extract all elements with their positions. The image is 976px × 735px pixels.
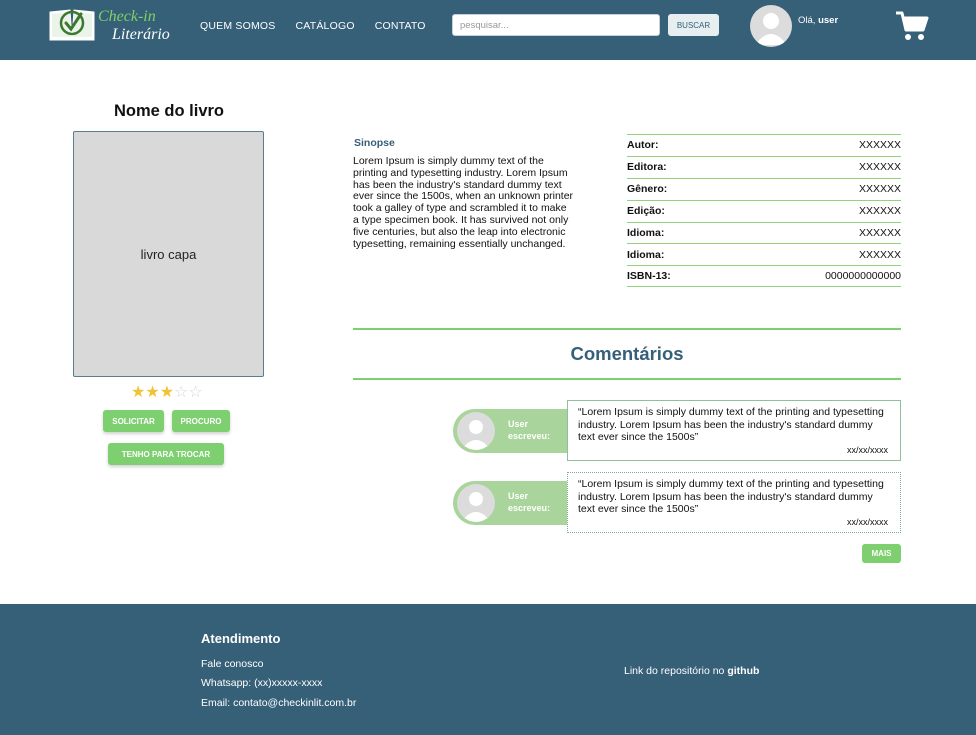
detail-value: XXXXXX — [858, 248, 901, 261]
comment-user-label: User escreveu: — [508, 419, 551, 441]
comment-box: “Lorem Ipsum is simply dummy text of the… — [567, 472, 901, 533]
comment-date: xx/xx/xxxx — [846, 517, 888, 527]
detail-row: Gênero: XXXXXX — [627, 177, 901, 200]
nav-contato[interactable]: CONTATO — [375, 20, 426, 32]
logo-text-line2: Literário — [112, 26, 170, 43]
book-details-table: Autor: XXXXXX Editora: XXXXXX Gênero: XXXXXX E… — [627, 134, 901, 288]
comment-user-label: User escreveu: — [508, 491, 551, 513]
detail-label: Gênero: — [627, 183, 668, 196]
footer-email: Email: contato@checkinlit.com.br — [201, 697, 357, 709]
detail-row: Edição: XXXXXX — [627, 199, 901, 222]
main-nav: QUEM SOMOS CATÁLOGO CONTATO — [200, 20, 426, 32]
tenho-para-trocar-button[interactable]: TENHO PARA TROCAR — [108, 443, 224, 465]
book-check-icon — [49, 9, 95, 41]
detail-label: Idioma: — [627, 227, 665, 239]
detail-value: 0000000000000 — [825, 270, 901, 283]
logo-text-line1: Check-in — [98, 8, 156, 25]
detail-row: Idioma: XXXXXX — [627, 221, 901, 244]
search-input[interactable] — [452, 14, 660, 36]
detail-row: ISBN-13: 0000000000000 — [627, 265, 901, 288]
nav-catalogo[interactable]: CATÁLOGO — [296, 20, 355, 32]
shopping-cart-icon[interactable] — [895, 10, 929, 42]
star-filled-icon[interactable]: ★ — [160, 384, 174, 402]
comment-text: “Lorem Ipsum is simply dummy text of the… — [578, 406, 884, 443]
star-empty-icon[interactable]: ☆ — [174, 384, 188, 402]
footer-title: Atendimento — [201, 631, 281, 646]
detail-label: Idioma: — [627, 248, 665, 261]
book-title: Nome do livro — [113, 102, 224, 120]
detail-value: XXXXXX — [858, 183, 901, 196]
footer-fale-conosco[interactable]: Fale conosco — [201, 658, 263, 670]
footer-whatsapp: Whatsapp: (xx)xxxxx-xxxx — [201, 677, 323, 689]
user-avatar-icon — [457, 412, 495, 450]
comment-box: “Lorem Ipsum is simply dummy text of the… — [567, 400, 901, 461]
comments-title: Comentários — [570, 343, 684, 364]
star-filled-icon[interactable]: ★ — [145, 384, 159, 402]
detail-label: Autor: — [627, 139, 659, 152]
comment-user-badge[interactable]: User escreveu: — [453, 409, 571, 453]
star-empty-icon[interactable]: ☆ — [188, 384, 202, 402]
book-cover: livro capa — [73, 131, 264, 377]
rating-stars[interactable]: ★ ★ ★ ☆ ☆ — [131, 384, 203, 402]
user-greeting: Olá, user — [798, 15, 838, 26]
detail-value: XXXXXX — [858, 205, 901, 218]
comments-divider-top — [353, 328, 901, 330]
detail-label: ISBN-13: — [627, 270, 671, 283]
user-avatar[interactable] — [750, 5, 792, 47]
search-button[interactable]: BUSCAR — [668, 14, 719, 36]
greeting-username: user — [818, 15, 839, 26]
user-avatar-icon — [755, 13, 787, 45]
sinopse-label: Sinopse — [354, 137, 395, 149]
star-filled-icon[interactable]: ★ — [131, 384, 145, 402]
detail-label: Edição: — [627, 205, 665, 218]
user-avatar-icon — [457, 484, 495, 522]
detail-label: Editora: — [627, 161, 667, 174]
more-comments-button[interactable]: MAIS — [862, 544, 901, 563]
detail-value: XXXXXX — [858, 161, 901, 174]
detail-value: XXXXXX — [858, 139, 901, 152]
site-footer: Atendimento Fale conosco Whatsapp: (xx)x… — [0, 604, 976, 735]
comment-text: “Lorem Ipsum is simply dummy text of the… — [578, 478, 884, 515]
comment-date: xx/xx/xxxx — [846, 445, 888, 455]
solicitar-button[interactable]: SOLICITAR — [103, 410, 164, 432]
footer-repo-prefix: Link do repositório no — [624, 665, 725, 677]
nav-quem-somos[interactable]: QUEM SOMOS — [200, 20, 276, 32]
book-cover-label: livro capa — [140, 246, 197, 262]
procuro-button[interactable]: PROCURO — [172, 410, 230, 432]
greeting-prefix: Olá, — [798, 15, 816, 26]
detail-row: Editora: XXXXXX — [627, 155, 901, 178]
sinopse-text: Lorem Ipsum is simply dummy text of the … — [353, 155, 574, 250]
github-link[interactable]: github — [727, 665, 759, 677]
comments-divider-bottom — [353, 378, 901, 380]
site-logo[interactable]: Check-in Literário — [48, 4, 176, 44]
detail-row: Idioma: XXXXXX — [627, 243, 901, 265]
footer-repo: Link do repositório no github — [624, 665, 759, 677]
detail-value: XXXXXX — [858, 227, 901, 239]
site-header: Check-in Literário QUEM SOMOS CATÁLOGO C… — [0, 0, 976, 60]
detail-row: Autor: XXXXXX — [627, 134, 901, 156]
comment-user-badge[interactable]: User escreveu: — [453, 481, 571, 525]
